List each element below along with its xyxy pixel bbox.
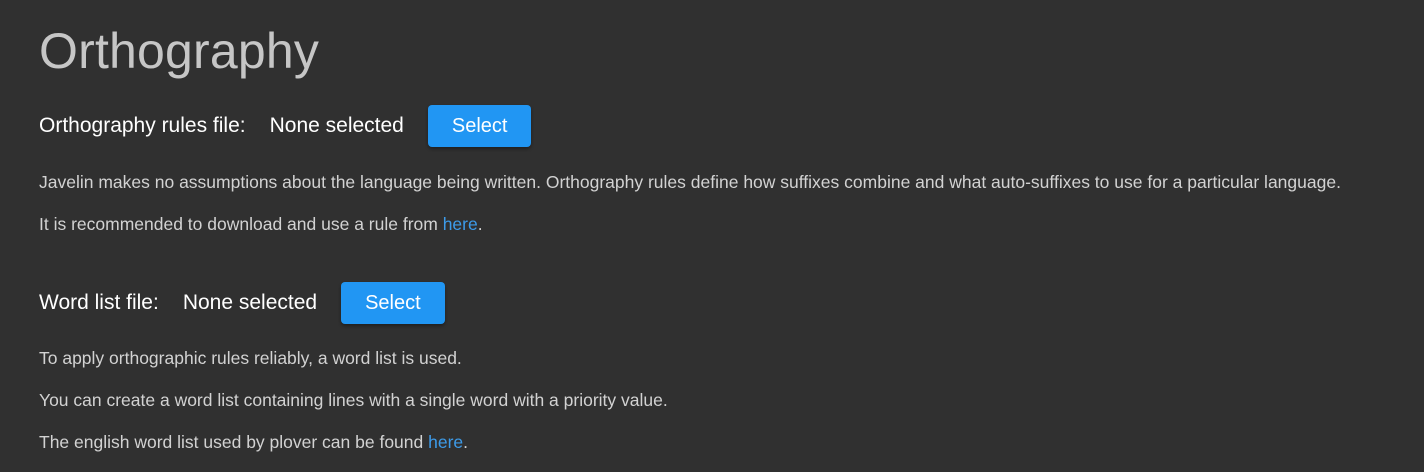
word-list-plover-period: . [463,432,469,452]
orthography-settings-page: Orthography Orthography rules file: None… [39,0,1424,472]
word-list-file-row: Word list file: None selected Select [39,282,445,324]
orthography-description: Javelin makes no assumptions about the l… [39,172,1341,192]
word-list-file-label: Word list file: [39,291,159,314]
orthography-rules-here-link[interactable]: here [443,214,478,234]
word-list-file-value: None selected [182,291,318,314]
page-title: Orthography [39,23,320,79]
orthography-recommendation: It is recommended to download and use a … [39,213,483,235]
word-list-description-1: To apply orthographic rules reliably, a … [39,348,462,368]
word-list-plover-note: The english word list used by plover can… [39,431,468,453]
plover-word-list-here-link[interactable]: here [428,432,463,452]
orthography-rules-file-value: None selected [269,114,404,137]
orthography-rules-select-button[interactable]: Select [427,105,532,147]
word-list-plover-text: The english word list used by plover can… [39,432,429,452]
orthography-rules-file-label: Orthography rules file: [39,114,246,137]
word-list-select-button[interactable]: Select [341,282,445,324]
word-list-description-2: You can create a word list containing li… [39,390,668,410]
orthography-rules-file-row: Orthography rules file: None selected Se… [39,105,532,147]
orthography-recommendation-period: . [477,214,483,234]
orthography-recommendation-text: It is recommended to download and use a … [39,214,443,234]
